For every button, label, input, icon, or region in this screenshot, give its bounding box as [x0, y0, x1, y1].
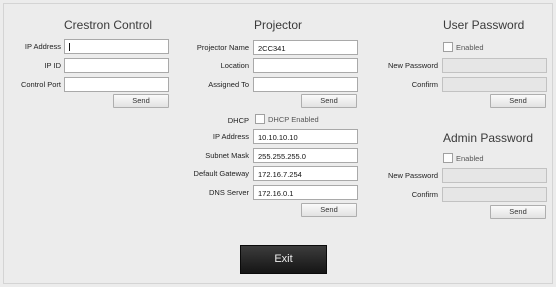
user-enabled-label: Enabled — [456, 42, 484, 52]
admin-enabled-label: Enabled — [456, 153, 484, 163]
admin-password-enabled-checkbox[interactable]: Enabled — [443, 153, 484, 163]
admin-new-password-label: New Password — [387, 171, 438, 180]
text-caret — [69, 43, 70, 51]
projector-title: Projector — [254, 18, 303, 32]
admin-enabled-checkbox-box[interactable] — [443, 153, 453, 163]
dns-server-label: DNS Server — [208, 188, 249, 197]
default-gateway-label: Default Gateway — [193, 169, 249, 178]
user-confirm-label: Confirm — [411, 80, 438, 89]
projector-name-input[interactable]: 2CC341 — [253, 40, 358, 55]
dhcp-enabled-checkbox[interactable]: DHCP Enabled — [255, 114, 319, 124]
crestron-send-button[interactable]: Send — [113, 94, 169, 108]
dhcp-checkbox-box[interactable] — [255, 114, 265, 124]
crestron-ip-id-label: IP ID — [44, 61, 61, 70]
projector-name-label: Projector Name — [196, 43, 249, 52]
crestron-ip-id-input[interactable] — [64, 58, 169, 73]
crestron-control-port-input[interactable] — [64, 77, 169, 92]
admin-new-password-input[interactable] — [442, 168, 547, 183]
dns-server-input[interactable]: 172.16.0.1 — [253, 185, 358, 200]
subnet-mask-input[interactable]: 255.255.255.0 — [253, 148, 358, 163]
user-new-password-label: New Password — [387, 61, 438, 70]
dhcp-label: DHCP — [227, 116, 249, 125]
assigned-to-input[interactable] — [253, 77, 358, 92]
admin-password-send-button[interactable]: Send — [490, 205, 546, 219]
projector-send-button[interactable]: Send — [301, 94, 357, 108]
admin-password-title: Admin Password — [443, 131, 534, 145]
assigned-to-label: Assigned To — [208, 80, 249, 89]
projector-ip-address-input[interactable]: 10.10.10.10 — [253, 129, 358, 144]
location-input[interactable] — [253, 58, 358, 73]
admin-confirm-input[interactable] — [442, 187, 547, 202]
default-gateway-input[interactable]: 172.16.7.254 — [253, 166, 358, 181]
crestron-ip-address-label: IP Address — [24, 42, 61, 51]
projector-ip-address-label: IP Address — [212, 132, 249, 141]
network-send-button[interactable]: Send — [301, 203, 357, 217]
user-enabled-checkbox-box[interactable] — [443, 42, 453, 52]
exit-button[interactable]: Exit — [240, 245, 327, 274]
user-password-title: User Password — [443, 18, 525, 32]
user-password-enabled-checkbox[interactable]: Enabled — [443, 42, 484, 52]
crestron-ip-address-input[interactable] — [64, 39, 169, 54]
location-label: Location — [220, 61, 249, 70]
user-password-send-button[interactable]: Send — [490, 94, 546, 108]
user-confirm-input[interactable] — [442, 77, 547, 92]
crestron-control-title: Crestron Control — [64, 18, 153, 32]
subnet-mask-label: Subnet Mask — [205, 151, 249, 160]
crestron-control-port-label: Control Port — [20, 80, 61, 89]
dhcp-enabled-label: DHCP Enabled — [268, 114, 319, 124]
user-new-password-input[interactable] — [442, 58, 547, 73]
admin-confirm-label: Confirm — [411, 190, 438, 199]
